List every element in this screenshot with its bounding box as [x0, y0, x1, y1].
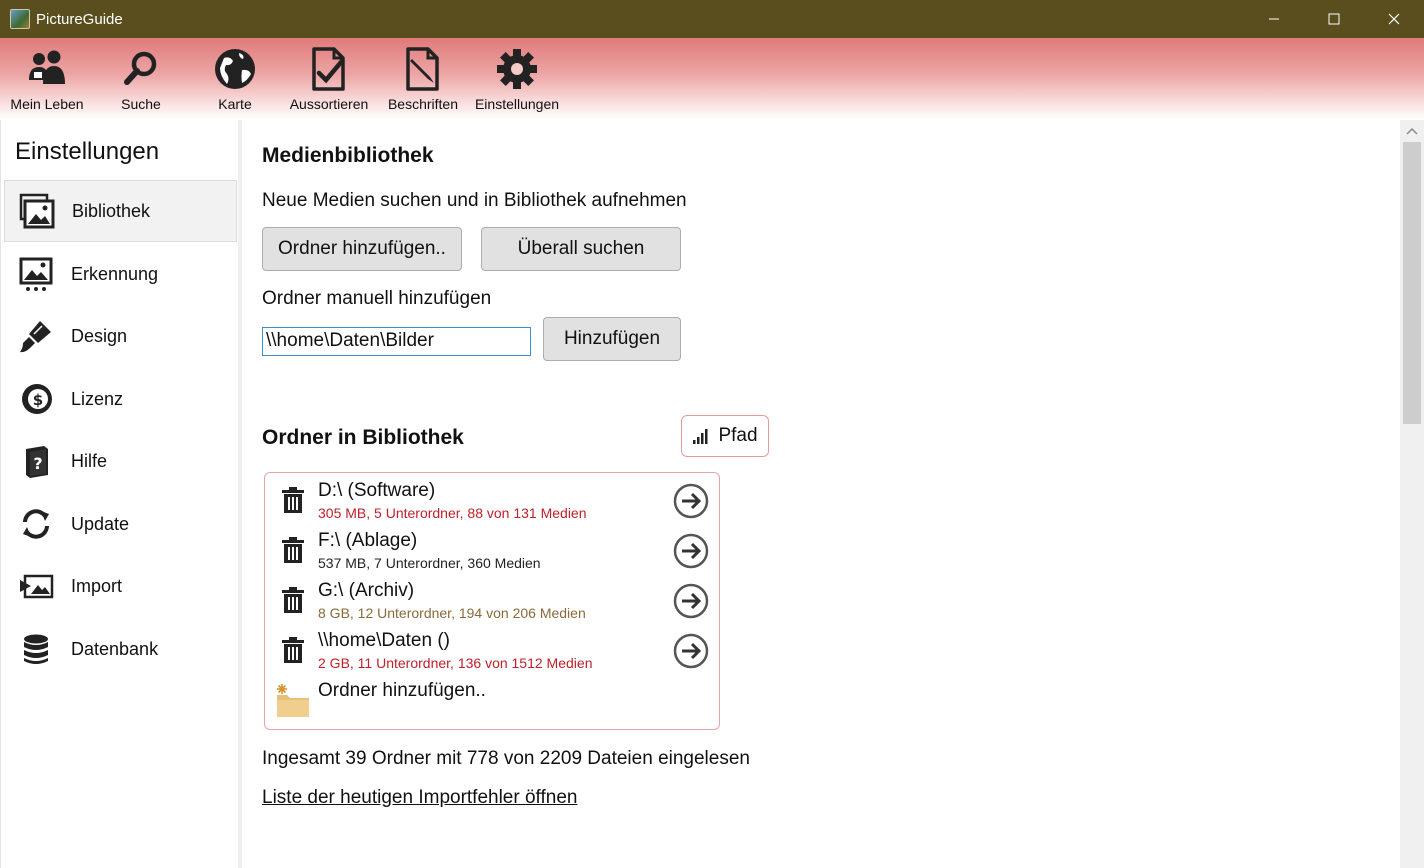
app-icon	[10, 9, 30, 29]
search-everywhere-button[interactable]: Überall suchen	[481, 227, 681, 271]
folder-path-input[interactable]: \\home\Daten\Bilder	[262, 327, 531, 356]
sidebar-item-label: Datenbank	[71, 638, 159, 659]
add-folder-row-label[interactable]: Ordner hinzufügen..	[318, 680, 486, 702]
toolbar-einstellungen[interactable]: Einstellungen	[470, 38, 564, 120]
window-title: PictureGuide	[36, 10, 123, 28]
sidebar-item-label: Lizenz	[71, 388, 124, 409]
sidebar-heading: Einstellungen	[15, 138, 160, 165]
page-title: Medienbibliothek	[262, 144, 434, 167]
toolbar-mein-leben[interactable]: Mein Leben	[0, 38, 94, 120]
library-images-icon	[19, 193, 55, 229]
brush-icon	[20, 321, 51, 353]
folder-row: D:\ (Software) 305 MB, 5 Unterordner, 88…	[265, 473, 719, 523]
toolbar-label: Mein Leben	[10, 96, 84, 112]
settings-sidebar: Einstellungen Bibliothek Erkennung Desig…	[0, 120, 238, 868]
refresh-icon	[23, 509, 49, 539]
sidebar-item-label: Import	[71, 575, 123, 596]
folder-name: D:\ (Software)	[318, 480, 436, 501]
sidebar-item-label: Bibliothek	[72, 200, 151, 221]
toolbar-label: Karte	[218, 96, 252, 112]
manual-folder-label: Ordner manuell hinzufügen	[262, 288, 492, 309]
folder-info: 2 GB, 11 Unterordner, 136 von 1512 Medie…	[318, 655, 593, 671]
folder-row: \\home\Daten () 2 GB, 11 Unterordner, 13…	[265, 623, 719, 673]
help-book-icon: ?	[26, 446, 48, 478]
sort-button[interactable]: Pfad	[681, 415, 769, 457]
sidebar-item-datenbank[interactable]: Datenbank	[4, 618, 237, 680]
people-icon	[29, 50, 65, 84]
folder-row: F:\ (Ablage) 537 MB, 7 Unterordner, 360 …	[265, 523, 719, 573]
folder-info: 8 GB, 12 Unterordner, 194 von 206 Medien	[318, 605, 586, 621]
gear-icon	[497, 49, 537, 89]
sidebar-item-label: Hilfe	[71, 450, 108, 471]
sidebar-item-hilfe[interactable]: ? Hilfe	[4, 430, 237, 492]
toolbar-label: Aussortieren	[289, 96, 369, 112]
trash-icon[interactable]	[281, 537, 305, 563]
arrow-right-circle-icon[interactable]	[673, 483, 709, 519]
signal-bars-icon	[693, 429, 708, 444]
sidebar-item-bibliothek[interactable]: Bibliothek	[4, 180, 237, 242]
toolbar-karte[interactable]: Karte	[188, 38, 282, 120]
summary-text: Ingesamt 39 Ordner mit 778 von 2209 Date…	[262, 748, 750, 769]
toolbar-label: Suche	[121, 96, 161, 112]
sidebar-item-label: Erkennung	[71, 263, 159, 284]
sidebar-item-update[interactable]: Update	[4, 493, 237, 555]
image-detect-icon	[19, 257, 53, 291]
sidebar-item-label: Update	[71, 513, 130, 534]
folder-list: D:\ (Software) 305 MB, 5 Unterordner, 88…	[264, 472, 720, 730]
window-controls	[1244, 0, 1424, 38]
add-folder-button[interactable]: Ordner hinzufügen..	[262, 227, 462, 271]
scan-label: Neue Medien suchen und in Bibliothek auf…	[262, 190, 687, 211]
vertical-scrollbar[interactable]	[1400, 120, 1424, 868]
maximize-icon	[1328, 13, 1340, 25]
sidebar-item-design[interactable]: Design	[4, 305, 237, 367]
sidebar-item-label: Design	[71, 325, 128, 346]
trash-icon[interactable]	[281, 637, 305, 663]
document-edit-icon	[406, 47, 439, 91]
toolbar-aussortieren[interactable]: Aussortieren	[282, 38, 376, 120]
trash-icon[interactable]	[281, 487, 305, 513]
svg-text:?: ?	[33, 454, 42, 473]
maximize-button[interactable]	[1304, 0, 1364, 38]
sidebar-item-lizenz[interactable]: $ Lizenz	[4, 368, 237, 430]
toolbar-label: Beschriften	[387, 96, 459, 112]
globe-icon	[215, 49, 255, 89]
sidebar-item-import[interactable]: Import	[4, 555, 237, 617]
svg-text:$: $	[33, 391, 43, 409]
database-icon	[24, 634, 48, 664]
folder-info: 537 MB, 7 Unterordner, 360 Medien	[318, 555, 541, 571]
folders-title: Ordner in Bibliothek	[262, 426, 464, 449]
arrow-right-circle-icon[interactable]	[673, 633, 709, 669]
chevron-up-icon[interactable]	[1406, 126, 1418, 136]
dollar-coin-icon: $	[22, 384, 52, 414]
folder-name: F:\ (Ablage)	[318, 530, 418, 551]
sidebar-item-erkennung[interactable]: Erkennung	[4, 243, 237, 305]
folder-row: G:\ (Archiv) 8 GB, 12 Unterordner, 194 v…	[265, 573, 719, 623]
document-check-icon	[312, 47, 345, 91]
arrow-right-circle-icon[interactable]	[673, 583, 709, 619]
folder-name: \\home\Daten ()	[318, 630, 450, 651]
folder-info: 305 MB, 5 Unterordner, 88 von 131 Medien	[318, 505, 587, 521]
sort-label: Pfad	[718, 425, 758, 446]
settings-content: Medienbibliothek Neue Medien suchen und …	[242, 120, 1400, 868]
import-image-icon	[20, 574, 54, 599]
minimize-button[interactable]	[1244, 0, 1304, 38]
trash-icon[interactable]	[281, 587, 305, 613]
scrollbar-thumb[interactable]	[1403, 142, 1421, 424]
close-button[interactable]	[1364, 0, 1424, 38]
arrow-right-circle-icon[interactable]	[673, 533, 709, 569]
title-bar: PictureGuide	[0, 0, 1424, 38]
import-errors-link[interactable]: Liste der heutigen Importfehler öffnen	[262, 787, 577, 809]
main-toolbar: Mein Leben Suche Karte Aussortieren Besc…	[0, 38, 1424, 120]
minimize-icon	[1269, 18, 1279, 20]
add-path-button[interactable]: Hinzufügen	[543, 317, 681, 361]
toolbar-suche[interactable]: Suche	[94, 38, 188, 120]
close-icon	[1388, 13, 1400, 25]
toolbar-beschriften[interactable]: Beschriften	[376, 38, 470, 120]
toolbar-label: Einstellungen	[474, 96, 560, 112]
new-folder-icon[interactable]	[275, 683, 311, 719]
folder-name: G:\ (Archiv)	[318, 580, 415, 601]
search-icon	[124, 51, 157, 85]
